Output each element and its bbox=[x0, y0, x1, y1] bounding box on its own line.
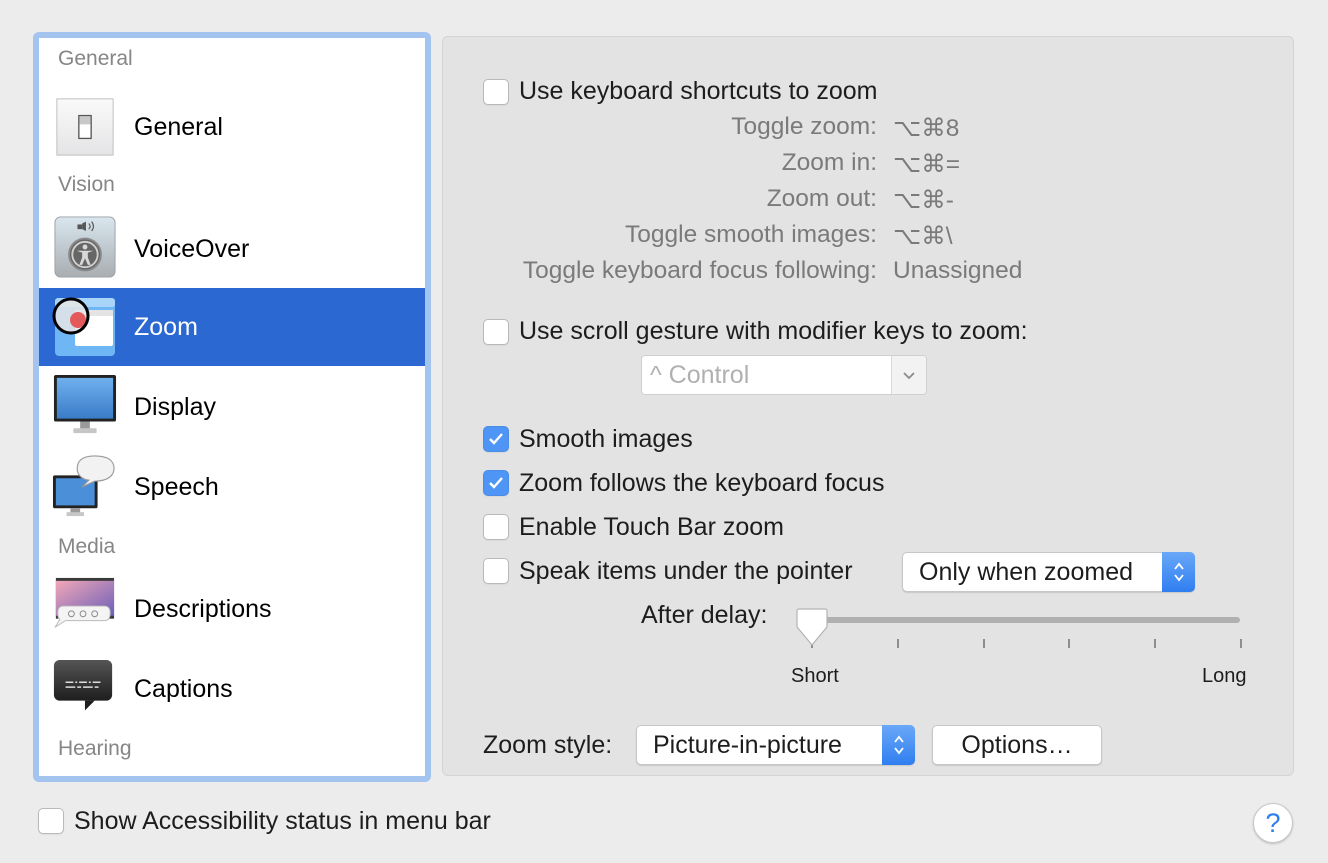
sidebar-item-zoom[interactable]: Zoom bbox=[39, 288, 425, 366]
speech-icon bbox=[52, 455, 115, 517]
delay-slider-tick bbox=[1240, 639, 1242, 648]
delay-slider-tick bbox=[1068, 639, 1071, 648]
sidebar-item-speech[interactable]: Speech bbox=[39, 448, 425, 526]
sidebar-item-label: VoiceOver bbox=[134, 234, 250, 263]
keyboard-shortcuts-label: Use keyboard shortcuts to zoom bbox=[519, 77, 878, 105]
checkmark-icon bbox=[489, 433, 503, 445]
descriptions-icon bbox=[54, 577, 115, 628]
voiceover-icon bbox=[54, 216, 116, 278]
keyboard-shortcuts-checkbox[interactable] bbox=[483, 79, 509, 105]
shortcut-value: Unassigned bbox=[893, 257, 1023, 284]
touch-bar-zoom-checkbox[interactable] bbox=[483, 514, 509, 540]
help-button[interactable]: ? bbox=[1253, 803, 1293, 843]
shortcut-label: Zoom in: bbox=[781, 149, 877, 176]
sidebar-item-label: Zoom bbox=[134, 312, 198, 341]
category-list[interactable]: General General Vision VoiceOver Zoom Di… bbox=[33, 32, 431, 782]
show-status-menu-bar-checkbox[interactable] bbox=[38, 808, 64, 834]
shortcut-label: Toggle smooth images: bbox=[625, 221, 877, 248]
updown-arrows-icon bbox=[882, 725, 915, 765]
zoom-icon bbox=[52, 297, 115, 356]
follow-focus-checkbox[interactable] bbox=[483, 470, 509, 496]
category-list-content: General General Vision VoiceOver Zoom Di… bbox=[39, 38, 425, 776]
shortcut-label: Zoom out: bbox=[766, 185, 877, 212]
sidebar-item-display[interactable]: Display bbox=[39, 368, 425, 446]
shortcut-label: Toggle keyboard focus following: bbox=[522, 257, 877, 284]
zoom-options-button[interactable]: Options… bbox=[932, 725, 1102, 765]
shortcut-value: ⌥⌘- bbox=[893, 187, 954, 214]
smooth-images-label: Smooth images bbox=[519, 425, 693, 453]
shortcut-value: ⌥⌘\ bbox=[893, 223, 953, 250]
sidebar-item-label: General bbox=[134, 112, 223, 141]
delay-slider-tick bbox=[1154, 639, 1157, 648]
show-status-menu-bar-label: Show Accessibility status in menu bar bbox=[74, 807, 491, 835]
speak-items-mode-value: Only when zoomed bbox=[919, 558, 1134, 586]
delay-slider-track[interactable] bbox=[803, 617, 1240, 623]
sidebar-item-captions[interactable]: Captions bbox=[39, 650, 425, 728]
delay-slider-tick bbox=[896, 639, 899, 648]
follow-focus-label: Zoom follows the keyboard focus bbox=[519, 469, 885, 497]
modifier-key-dropdown-button[interactable] bbox=[891, 356, 926, 394]
section-header-vision: Vision bbox=[58, 173, 115, 196]
shortcut-label: Toggle zoom: bbox=[731, 113, 877, 140]
sidebar-item-label: Speech bbox=[134, 472, 219, 501]
chevron-down-icon bbox=[903, 371, 915, 379]
captions-icon bbox=[53, 659, 113, 711]
speak-items-mode-popup[interactable]: Only when zoomed bbox=[902, 552, 1195, 592]
scroll-gesture-label: Use scroll gesture with modifier keys to… bbox=[519, 317, 1028, 345]
smooth-images-checkbox[interactable] bbox=[483, 426, 509, 452]
zoom-style-value: Picture-in-picture bbox=[653, 731, 842, 759]
sidebar-item-label: Descriptions bbox=[134, 594, 272, 623]
section-header-hearing: Hearing bbox=[58, 737, 132, 760]
delay-long-label: Long bbox=[1202, 665, 1247, 687]
section-header-media: Media bbox=[58, 535, 116, 558]
sidebar-item-label: Captions bbox=[134, 674, 233, 703]
section-header-general: General bbox=[58, 47, 133, 70]
shortcut-value: ⌥⌘= bbox=[893, 151, 961, 178]
scroll-gesture-checkbox[interactable] bbox=[483, 319, 509, 345]
after-delay-label: After delay: bbox=[641, 601, 768, 629]
sidebar-item-descriptions[interactable]: Descriptions bbox=[39, 570, 425, 648]
modifier-key-value: ^ Control bbox=[650, 361, 750, 389]
display-icon bbox=[53, 374, 117, 434]
switch-icon bbox=[56, 98, 114, 156]
checkmark-icon bbox=[489, 477, 503, 489]
shortcut-value: ⌥⌘8 bbox=[893, 115, 960, 142]
modifier-key-combobox[interactable]: ^ Control bbox=[641, 355, 927, 395]
sidebar-item-general[interactable]: General bbox=[39, 88, 425, 166]
delay-slider-tick bbox=[982, 639, 985, 648]
sidebar-item-label: Display bbox=[134, 392, 216, 421]
speak-items-checkbox[interactable] bbox=[483, 558, 509, 584]
delay-slider-thumb[interactable] bbox=[795, 607, 829, 649]
updown-arrows-icon bbox=[1162, 552, 1195, 592]
zoom-style-popup[interactable]: Picture-in-picture bbox=[636, 725, 915, 765]
sidebar-item-voiceover[interactable]: VoiceOver bbox=[39, 210, 425, 288]
zoom-settings-panel: Use keyboard shortcuts to zoom Toggle zo… bbox=[442, 36, 1294, 776]
zoom-style-label: Zoom style: bbox=[483, 731, 613, 759]
touch-bar-zoom-label: Enable Touch Bar zoom bbox=[519, 513, 784, 541]
speak-items-label: Speak items under the pointer bbox=[519, 557, 853, 585]
delay-short-label: Short bbox=[791, 665, 839, 687]
